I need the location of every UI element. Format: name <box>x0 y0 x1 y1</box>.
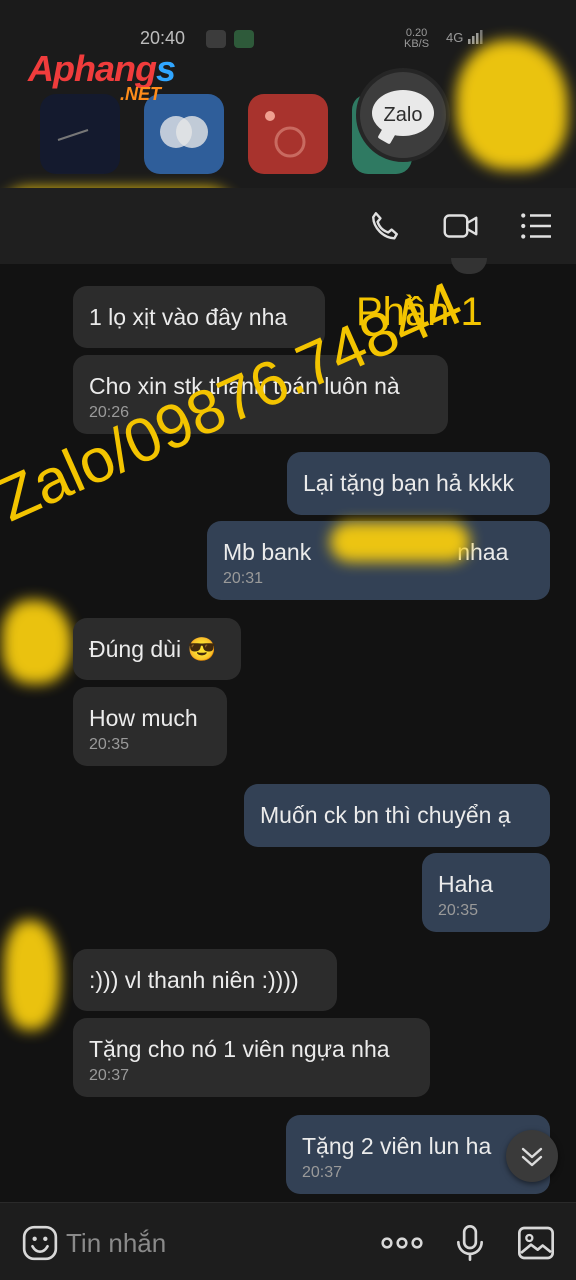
message-bubble-incoming[interactable]: Tặng cho nó 1 viên ngựa nha 20:37 <box>73 1018 430 1097</box>
load-more-handle[interactable] <box>451 258 487 274</box>
message-time: 20:37 <box>89 1067 130 1084</box>
app-notification-icon <box>234 30 254 48</box>
logo-text-red: Aphang <box>28 48 157 89</box>
video-call-icon[interactable] <box>442 208 482 244</box>
message-input-bar <box>0 1202 576 1280</box>
phone-icon[interactable] <box>366 208 402 244</box>
chevron-double-down-icon <box>521 1147 543 1167</box>
signal-icon: 4G <box>446 30 483 45</box>
censor-avatar-blob <box>4 920 60 1030</box>
zalo-notification-icon <box>206 30 226 48</box>
app-thumbnail-icon[interactable] <box>144 94 224 174</box>
scroll-to-bottom-button[interactable] <box>506 1130 558 1182</box>
message-bubble-outgoing[interactable]: Haha 20:35 <box>422 853 550 932</box>
message-text: Đúng dùi 😎 <box>89 636 217 662</box>
message-time: 20:31 <box>223 570 264 587</box>
message-time: 20:35 <box>89 736 130 753</box>
network-speed: 0.20 KB/S <box>404 28 429 50</box>
network-type: 4G <box>446 30 464 45</box>
message-time: 20:35 <box>438 902 479 919</box>
censor-blob <box>456 40 568 170</box>
censor-avatar-blob <box>2 600 72 684</box>
message-bubble-incoming[interactable]: Đúng dùi 😎 <box>73 618 241 680</box>
logo-text-blue: s <box>155 48 176 89</box>
message-bubble-incoming[interactable]: :))) vl thanh niên :)))) <box>73 949 337 1011</box>
zalo-app-icon[interactable]: Zalo <box>356 68 450 162</box>
message-text: How much <box>89 705 198 731</box>
more-icon[interactable] <box>380 1223 424 1263</box>
message-bubble-outgoing[interactable]: Muốn ck bn thì chuyển ạ <box>244 784 550 847</box>
message-bubble-outgoing[interactable]: Lại tặng bạn hả kkkk <box>287 452 550 515</box>
logo-net-text: .NET <box>120 84 162 104</box>
censor-blob <box>330 522 470 562</box>
image-icon[interactable] <box>516 1223 556 1263</box>
message-text: Tặng 2 viên lun ha <box>302 1133 492 1159</box>
message-text: Lại tặng bạn hả kkkk <box>303 470 514 496</box>
message-input[interactable] <box>66 1223 326 1263</box>
message-time: 20:37 <box>302 1164 343 1181</box>
message-text: 1 lọ xịt vào đây nha <box>89 304 288 330</box>
message-text: Tặng cho nó 1 viên ngựa nha <box>89 1036 390 1062</box>
message-text: Mb bank <box>223 539 312 565</box>
menu-icon[interactable] <box>518 208 554 244</box>
zalo-app-label: Zalo <box>383 104 423 126</box>
message-bubble-incoming[interactable]: How much 20:35 <box>73 687 227 766</box>
message-text: Muốn ck bn thì chuyển ạ <box>260 802 511 828</box>
app-thumbnail-icon[interactable] <box>248 94 328 174</box>
chat-header <box>0 188 576 264</box>
emoji-icon[interactable] <box>20 1223 60 1263</box>
site-logo: Aphangs .NET <box>28 48 176 104</box>
microphone-icon[interactable] <box>450 1223 490 1263</box>
app-thumbnail-icon[interactable] <box>40 94 120 174</box>
message-text: :))) vl thanh niên :)))) <box>89 967 299 993</box>
network-speed-unit: KB/S <box>404 38 430 50</box>
status-time: 20:40 <box>140 28 186 48</box>
message-text: Haha <box>438 871 493 897</box>
